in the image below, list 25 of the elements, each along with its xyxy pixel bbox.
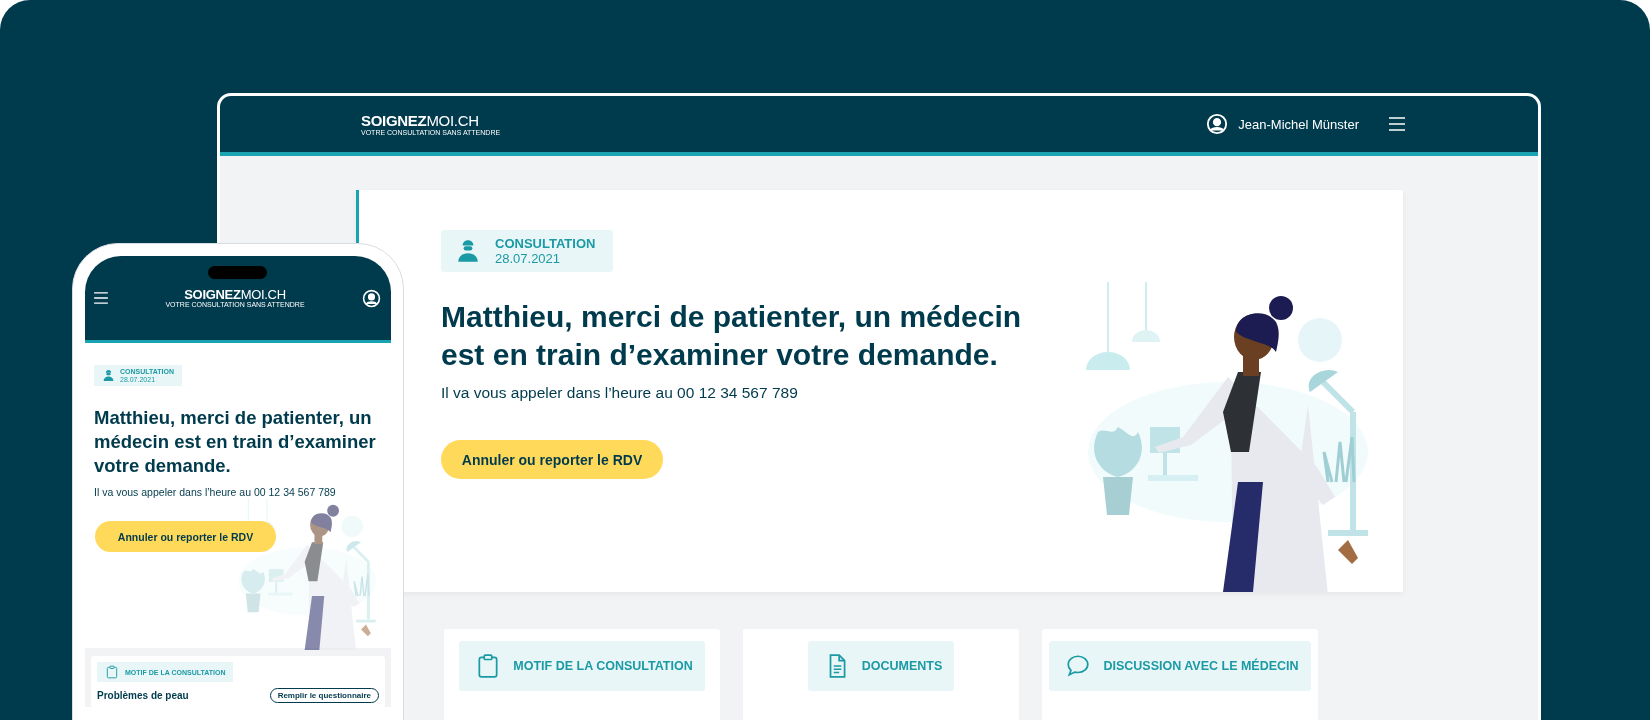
menu-icon[interactable] <box>94 292 108 304</box>
logo-wordmark[interactable]: SOIGNEZMOI.CH <box>361 112 501 128</box>
user-name[interactable]: Jean-Michel Münster <box>1238 116 1359 132</box>
cancel-appointment-button[interactable]: Annuler ou reporter le RDV <box>441 440 663 479</box>
doctor-icon <box>102 369 115 383</box>
user-avatar-icon[interactable] <box>362 288 381 308</box>
badge-date: 28.07.2021 <box>495 251 562 266</box>
cancel-appointment-button[interactable]: Annuler ou reporter le RDV <box>95 521 276 553</box>
headline: Matthieu, merci de patienter, un médecin est en train d’examiner votre demande. <box>94 406 377 479</box>
phone-notch <box>208 266 267 279</box>
section-title: DOCUMENTS <box>861 659 943 673</box>
clipboard-icon <box>105 665 119 680</box>
headline: Matthieu, merci de patienter, un médecin est en train d’examiner votre demande. <box>441 299 1023 373</box>
speech-bubble-icon <box>1065 653 1092 679</box>
logo-wordmark[interactable]: SOIGNEZMOI.CH <box>184 288 286 301</box>
menu-icon[interactable] <box>1389 117 1405 131</box>
doctor-icon <box>455 238 481 264</box>
questionnaire-button[interactable]: Remplir le questionnaire <box>269 688 379 704</box>
badge-title: CONSULTATION <box>495 236 596 251</box>
section-title: MOTIF DE LA CONSULTATION <box>513 659 693 673</box>
callback-info: Il va vous appeler dans l’heure au 00 12 34 567 789 <box>94 486 337 499</box>
consultation-reason: Problèmes de peau <box>97 690 189 702</box>
callback-info: Il va vous appeler dans l’heure au 00 12 34 567 789 <box>441 384 799 402</box>
section-title: DISCUSSION AVEC LE MÉDECIN <box>1103 659 1299 673</box>
user-avatar-icon[interactable] <box>1206 113 1229 135</box>
